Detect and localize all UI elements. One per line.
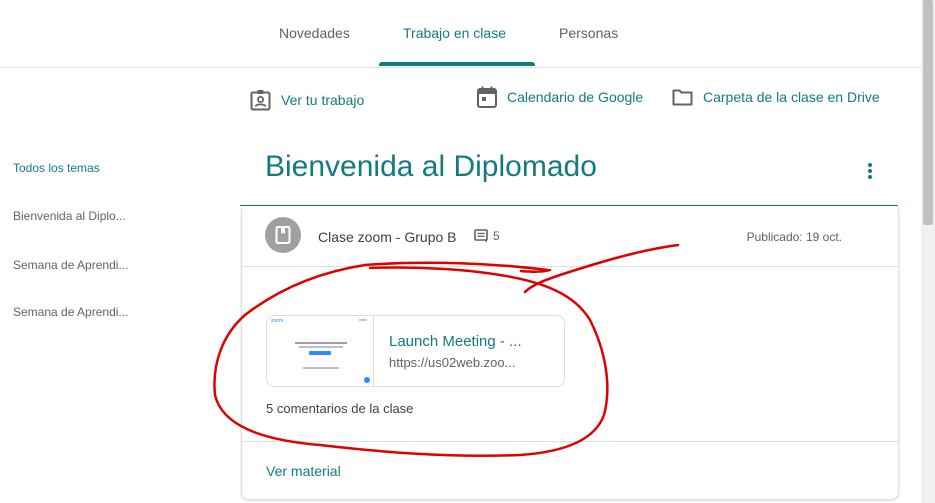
- comment-count: 5: [474, 229, 500, 243]
- sidebar-item-welcome[interactable]: Bienvenida al Diplo...: [13, 209, 138, 223]
- link-title[interactable]: Launch Meeting - ...: [389, 333, 549, 350]
- drive-folder-link[interactable]: Carpeta de la clase en Drive: [672, 87, 880, 107]
- class-comments-link[interactable]: 5 comentarios de la clase: [266, 401, 413, 416]
- drive-folder-label: Carpeta de la clase en Drive: [703, 89, 880, 105]
- material-icon: [265, 217, 301, 253]
- comment-icon: [474, 229, 488, 243]
- sidebar-item-all-topics[interactable]: Todos los temas: [13, 161, 138, 175]
- material-title[interactable]: Clase zoom - Grupo B: [318, 229, 457, 245]
- view-your-work-label: Ver tu trabajo: [281, 92, 365, 108]
- link-thumbnail: zoom: [267, 316, 374, 386]
- comment-count-value: 5: [493, 229, 500, 243]
- tab-trabajo-en-clase[interactable]: Trabajo en clase: [403, 0, 506, 67]
- card-footer-divider: [242, 441, 898, 442]
- material-card: Clase zoom - Grupo B 5 Publicado: 19 oct…: [241, 207, 899, 500]
- active-tab-indicator: [379, 62, 535, 66]
- topic-title: Bienvenida al Diplomado: [265, 150, 597, 183]
- published-date: Publicado: 19 oct.: [746, 230, 842, 244]
- more-options-icon[interactable]: [862, 161, 878, 183]
- assignment-ind-icon: [250, 90, 271, 111]
- view-your-work-link[interactable]: Ver tu trabajo: [250, 89, 364, 111]
- calendar-icon: [477, 86, 497, 108]
- card-header-divider: [242, 266, 898, 267]
- top-tab-bar: Novedades Trabajo en clase Personas: [0, 0, 921, 68]
- book-icon: [275, 226, 291, 244]
- topic-divider: [240, 205, 898, 206]
- tab-novedades[interactable]: Novedades: [279, 0, 350, 67]
- sidebar-item-week-1[interactable]: Semana de Aprendi...: [13, 258, 138, 272]
- google-calendar-label: Calendario de Google: [507, 89, 644, 105]
- view-material-link[interactable]: Ver material: [266, 463, 341, 479]
- sidebar-item-week-2[interactable]: Semana de Aprendi...: [13, 305, 138, 319]
- folder-icon: [672, 89, 693, 106]
- meeting-link-attachment[interactable]: zoom Launch Meeting - ... https://us02we…: [266, 315, 565, 387]
- zoom-logo: zoom: [271, 318, 284, 324]
- link-url: https://us02web.zoo...: [389, 355, 516, 370]
- tab-personas[interactable]: Personas: [559, 0, 618, 67]
- scrollbar-thumb[interactable]: [923, 0, 933, 225]
- google-calendar-link[interactable]: Calendario de Google: [477, 86, 643, 108]
